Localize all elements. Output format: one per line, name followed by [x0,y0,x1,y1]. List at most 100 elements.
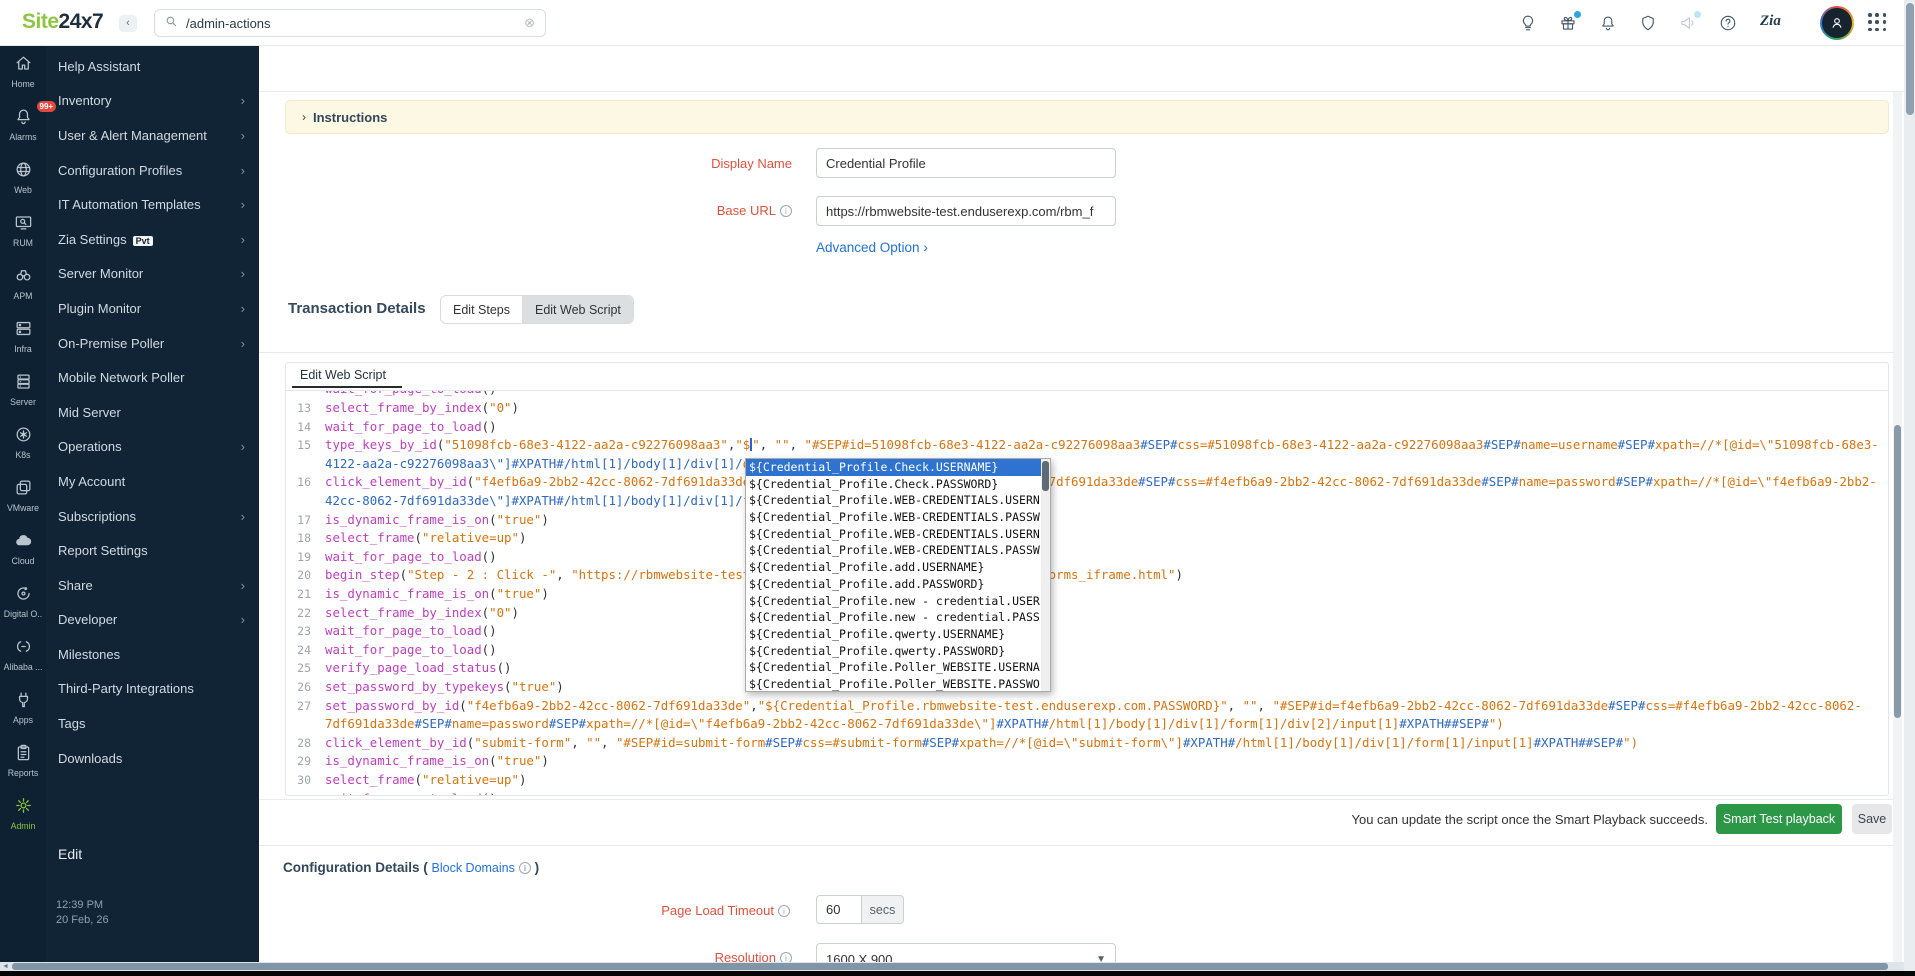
help-icon[interactable] [1719,14,1739,34]
transaction-tabs: Edit Steps Edit Web Script [440,295,634,324]
info-icon[interactable]: i [780,205,792,217]
tab-edit-web-script[interactable]: Edit Web Script [522,296,633,323]
autocomplete-option[interactable]: ${Credential_Profile.Check.PASSWORD} [746,476,1041,493]
zia-logo[interactable]: Zia [1760,13,1781,30]
tab-edit-steps[interactable]: Edit Steps [441,296,522,323]
rail-item-vmware[interactable]: VMware [0,476,46,526]
horizontal-scrollbar-thumb[interactable] [12,963,1888,970]
dropdown-scrollbar[interactable] [1041,459,1050,691]
autocomplete-option[interactable]: ${Credential_Profile.WEB-CREDENTIALS.PAS… [746,509,1041,526]
instructions-label: Instructions [313,110,387,125]
sidebar-item-milestones[interactable]: Milestones [46,637,259,672]
clear-search-icon[interactable]: ⊗ [524,15,535,31]
sidebar-item-downloads[interactable]: Downloads [46,741,259,776]
smart-test-playback-button[interactable]: Smart Test playback [1716,804,1842,834]
clipboard-icon [14,741,33,767]
autocomplete-option[interactable]: ${Credential_Profile.WEB-CREDENTIALS.USE… [746,492,1041,509]
autocomplete-option[interactable]: ${Credential_Profile.Check.USERNAME} [746,459,1041,476]
rail-item-alarms[interactable]: 99+Alarms [0,105,46,155]
rail-item-admin[interactable]: Admin [0,794,46,844]
sidebar-item-it-automation-templates[interactable]: IT Automation Templates› [46,187,259,222]
sidebar-item-third-party-integrations[interactable]: Third-Party Integrations [46,672,259,707]
sidebar-item-tags[interactable]: Tags [46,706,259,741]
rail-item-cloud[interactable]: Cloud [0,529,46,579]
chevron-right-icon: › [241,509,245,524]
info-icon[interactable]: i [778,905,790,917]
code-editor[interactable]: wait_for_page_to_load()13select_frame_by… [286,391,1880,795]
autocomplete-option[interactable]: ${Credential_Profile.qwerty.PASSWORD} [746,643,1041,660]
window-scrollbar[interactable] [1904,0,1915,976]
editor-tab-label[interactable]: Edit Web Script [300,368,386,388]
rail-item-digital-o-[interactable]: Digital O.. [0,582,46,632]
sidebar-item-configuration-profiles[interactable]: Configuration Profiles› [46,153,259,188]
advanced-option-link[interactable]: Advanced Option › [816,240,928,255]
content-scrollbar-thumb[interactable] [1894,425,1901,718]
bell-icon[interactable] [1599,14,1619,34]
logo-collapse-icon[interactable]: ‹ [119,15,137,32]
autocomplete-option[interactable]: ${Credential_Profile.Poller_WEBSITE.PASS… [746,676,1041,691]
horizontal-scrollbar[interactable]: ◄ [0,962,1904,971]
info-icon[interactable]: i [519,862,531,874]
rail-item-k8s[interactable]: K8s [0,423,46,473]
gift-icon[interactable] [1559,14,1579,34]
block-domains-link[interactable]: Block Domains [432,861,515,875]
autocomplete-option[interactable]: ${Credential_Profile.add.PASSWORD} [746,576,1041,593]
code-line-16: 16click_element_by_id("f4efb6a9-2bb2-42c… [286,473,1880,492]
scroll-left-arrow-icon[interactable]: ◄ [1,962,10,971]
autocomplete-option[interactable]: ${Credential_Profile.Poller_WEBSITE.USER… [746,659,1041,676]
autocomplete-option[interactable]: ${Credential_Profile.WEB-CREDENTIALS.PAS… [746,542,1041,559]
chevron-right-icon: › [302,110,306,124]
shield-icon[interactable] [1639,14,1659,34]
sidebar-item-edit[interactable]: Edit [58,846,82,862]
sidebar-item-mobile-network-poller[interactable]: Mobile Network Poller [46,360,259,395]
autocomplete-option[interactable]: ${Credential_Profile.WEB-CREDENTIALS.USE… [746,526,1041,543]
rail-item-rum[interactable]: RUM [0,211,46,261]
sidebar-item-inventory[interactable]: Inventory› [46,84,259,119]
autocomplete-option[interactable]: ${Credential_Profile.new - credential.PA… [746,609,1041,626]
save-script-button[interactable]: Save [1852,804,1892,834]
sidebar-item-developer[interactable]: Developer› [46,603,259,638]
sidebar-item-help-assistant[interactable]: Help Assistant [46,49,259,84]
sidebar-item-operations[interactable]: Operations› [46,430,259,465]
sidebar-item-plugin-monitor[interactable]: Plugin Monitor› [46,291,259,326]
sidebar-item-report-settings[interactable]: Report Settings [46,533,259,568]
autocomplete-option[interactable]: ${Credential_Profile.qwerty.USERNAME} [746,626,1041,643]
sidebar-item-server-monitor[interactable]: Server Monitor› [46,257,259,292]
rail-item-server[interactable]: Server [0,370,46,420]
sidebar-item-mid-server[interactable]: Mid Server [46,395,259,430]
dropdown-scrollbar-thumb[interactable] [1042,461,1049,491]
sidebar-item-user-alert-management[interactable]: User & Alert Management› [46,118,259,153]
avatar[interactable] [1820,6,1854,40]
page-load-timeout-input[interactable]: 60 [816,895,862,924]
instructions-accordion[interactable]: › Instructions [285,100,1889,134]
rail-item-home[interactable]: Home [0,52,46,102]
content-scrollbar[interactable] [1893,92,1902,962]
apps-grid-icon[interactable] [1868,13,1888,33]
window-scrollbar-thumb[interactable] [1906,3,1914,115]
sidebar-item-on-premise-poller[interactable]: On-Premise Poller› [46,326,259,361]
sidebar-item-zia-settings[interactable]: Zia SettingsPvt› [46,222,259,257]
display-name-input[interactable]: Credential Profile [816,148,1116,178]
rail-item-alibaba-[interactable]: Alibaba ... [0,635,46,685]
rail-item-web[interactable]: Web [0,158,46,208]
chevron-right-icon: › [241,197,245,212]
global-search-input[interactable]: /admin-actions ⊗ [154,9,546,37]
code-line-27: 27set_password_by_id("f4efb6a9-2bb2-42cc… [286,697,1880,716]
autocomplete-option[interactable]: ${Credential_Profile.add.USERNAME} [746,559,1041,576]
rail-item-apm[interactable]: APM [0,264,46,314]
base-url-input[interactable]: https://rbmwebsite-test.enduserexp.com/r… [816,196,1116,226]
megaphone-icon[interactable] [1679,14,1699,34]
sidebar-item-my-account[interactable]: My Account [46,464,259,499]
sidebar-item-share[interactable]: Share› [46,568,259,603]
lightbulb-icon[interactable] [1519,14,1539,34]
sidebar-item-subscriptions[interactable]: Subscriptions› [46,499,259,534]
autocomplete-option[interactable]: ${Credential_Profile.new - credential.US… [746,593,1041,610]
code-line-30: 30select_frame("relative=up") [286,771,1880,790]
rail-item-apps[interactable]: Apps [0,688,46,738]
chevron-right-icon: › [241,232,245,247]
time-label: 12:39 PM [56,898,109,913]
rail-item-infra[interactable]: Infra [0,317,46,367]
rail-item-reports[interactable]: Reports [0,741,46,791]
site24x7-logo[interactable]: Site24x7 [22,10,103,34]
code-line-13: 13select_frame_by_index("0") [286,399,1880,418]
